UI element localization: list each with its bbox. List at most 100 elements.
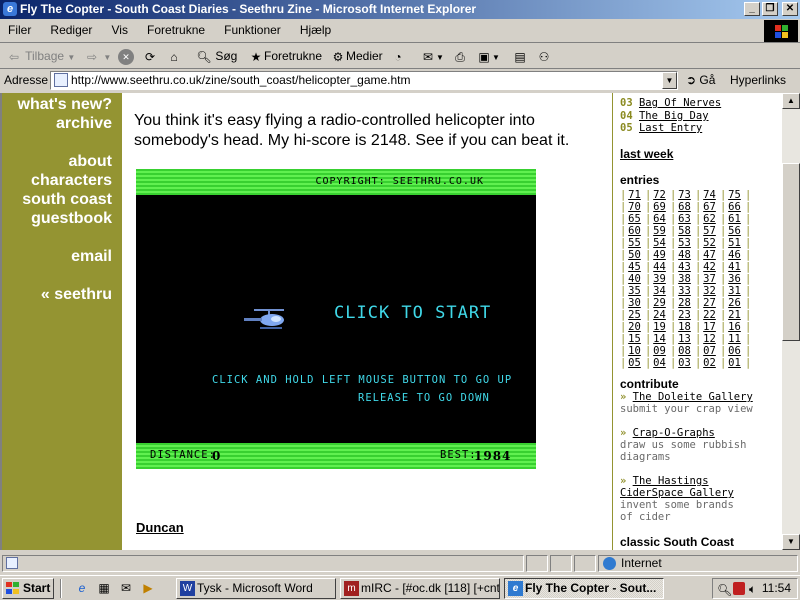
ie-quicklaunch-icon[interactable]: e (74, 580, 90, 596)
scroll-thumb[interactable] (782, 163, 800, 341)
entry-link[interactable]: 29 (649, 297, 670, 309)
entry-link[interactable]: 66 (724, 201, 745, 213)
entry-link[interactable]: 27 (699, 297, 720, 309)
entry-link[interactable]: 73 (674, 189, 695, 201)
entry-link[interactable]: 58 (674, 225, 695, 237)
entry-link[interactable]: 39 (649, 273, 670, 285)
entry-link[interactable]: 44 (649, 261, 670, 273)
entry-link[interactable]: 41 (724, 261, 745, 273)
entry-link[interactable]: 51 (724, 237, 745, 249)
entry-link[interactable]: 67 (699, 201, 720, 213)
page-viewport[interactable]: what's new? archive about characters sou… (0, 93, 782, 550)
back-button[interactable]: ⇦ Tilbage ▼ (6, 47, 75, 67)
entry-link[interactable]: 13 (674, 333, 695, 345)
entry-link[interactable]: 70 (624, 201, 645, 213)
entry-link[interactable]: 62 (699, 213, 720, 225)
entry-link[interactable]: 01 (724, 357, 745, 369)
favorites-button[interactable]: ★ Foretrukne (248, 47, 322, 66)
entry-link[interactable]: 42 (699, 261, 720, 273)
refresh-button[interactable]: ⟳ (142, 47, 158, 66)
entry-link[interactable]: 18 (674, 321, 695, 333)
home-button[interactable]: ⌂ (166, 47, 182, 66)
entry-link[interactable]: 24 (649, 309, 670, 321)
messenger-button[interactable]: ⚇ (536, 47, 552, 66)
nav-about[interactable]: about (68, 153, 112, 171)
entry-link[interactable]: 48 (674, 249, 695, 261)
entry-link[interactable]: 45 (624, 261, 645, 273)
entry-link[interactable]: 25 (624, 309, 645, 321)
scroll-up-icon[interactable]: ▲ (782, 93, 800, 109)
nav-whats-new[interactable]: what's new? (18, 96, 112, 114)
entry-link[interactable]: 34 (649, 285, 670, 297)
go-button[interactable]: ➲ Gå (686, 73, 715, 87)
entry-link[interactable]: 07 (699, 345, 720, 357)
entry-link[interactable]: 63 (674, 213, 695, 225)
entry-link[interactable]: 17 (699, 321, 720, 333)
menu-help[interactable]: Hjælp (300, 19, 331, 41)
entry-link[interactable]: 71 (624, 189, 645, 201)
entry-link[interactable]: 38 (674, 273, 695, 285)
entry-link[interactable]: 54 (649, 237, 670, 249)
entry-link[interactable]: 53 (674, 237, 695, 249)
entry-link[interactable]: 43 (674, 261, 695, 273)
entry-link[interactable]: 33 (674, 285, 695, 297)
menu-view[interactable]: Vis (112, 19, 128, 41)
taskbar-item-mirc[interactable]: m mIRC - [#oc.dk [118] [+cnt... (340, 578, 500, 599)
contribute-item[interactable]: » The Hastings CiderSpace Gallery invent… (620, 475, 750, 523)
nav-characters[interactable]: characters (31, 172, 112, 190)
entry-link[interactable]: 03 (674, 357, 695, 369)
menu-file[interactable]: Filer (8, 19, 31, 41)
entry-link[interactable]: 28 (674, 297, 695, 309)
entry-link[interactable]: 06 (724, 345, 745, 357)
entry-link[interactable]: 61 (724, 213, 745, 225)
entry-link[interactable]: 32 (699, 285, 720, 297)
click-to-start[interactable]: CLICK TO START (334, 303, 491, 323)
entry-link[interactable]: 14 (649, 333, 670, 345)
entry-link[interactable]: 26 (724, 297, 745, 309)
author-link[interactable]: Duncan (136, 520, 184, 535)
entry-link[interactable]: 22 (699, 309, 720, 321)
recent-item[interactable]: 04 The Big Day (620, 110, 709, 122)
nav-email[interactable]: email (71, 248, 112, 266)
stop-button[interactable]: ✕ (118, 47, 134, 66)
recent-item[interactable]: 03 Bag Of Nerves (620, 97, 721, 109)
entry-link[interactable]: 52 (699, 237, 720, 249)
taskbar-item-ie[interactable]: e Fly The Copter - Sout... (504, 578, 664, 599)
address-dropdown-icon[interactable]: ▼ (662, 72, 677, 89)
entry-link[interactable]: 23 (674, 309, 695, 321)
entry-link[interactable]: 74 (699, 189, 720, 201)
nav-seethru[interactable]: « seethru (41, 286, 112, 304)
entry-link[interactable]: 11 (724, 333, 745, 345)
entry-link[interactable]: 15 (624, 333, 645, 345)
entry-link[interactable]: 08 (674, 345, 695, 357)
restore-button[interactable]: ❐ (762, 2, 778, 16)
links-button[interactable]: Hyperlinks (730, 73, 786, 87)
outlook-quicklaunch-icon[interactable]: ✉ (118, 580, 134, 596)
entry-link[interactable]: 72 (649, 189, 670, 201)
close-button[interactable]: ✕ (782, 2, 798, 16)
entry-link[interactable]: 59 (649, 225, 670, 237)
entry-link[interactable]: 75 (724, 189, 745, 201)
entry-link[interactable]: 65 (624, 213, 645, 225)
entry-link[interactable]: 55 (624, 237, 645, 249)
desktop-quicklaunch-icon[interactable]: ▦ (96, 580, 112, 596)
taskbar-item-word[interactable]: W Tysk - Microsoft Word (176, 578, 336, 599)
entry-link[interactable]: 50 (624, 249, 645, 261)
entry-link[interactable]: 56 (724, 225, 745, 237)
contribute-item[interactable]: » The Doleite Gallery submit your crap v… (620, 391, 770, 415)
entry-link[interactable]: 02 (699, 357, 720, 369)
minimize-button[interactable]: _ (744, 2, 760, 16)
media-quicklaunch-icon[interactable]: ▶ (140, 580, 156, 596)
contribute-item[interactable]: » Crap-O-Graphs draw us some rubbish dia… (620, 427, 750, 463)
address-input[interactable]: http://www.seethru.co.uk/zine/south_coas… (50, 71, 678, 90)
media-button[interactable]: ⚙ Medier (330, 47, 383, 66)
nav-guestbook[interactable]: guestbook (31, 210, 112, 228)
nav-south-coast[interactable]: south coast (22, 191, 112, 209)
entry-link[interactable]: 30 (624, 297, 645, 309)
entry-link[interactable]: 20 (624, 321, 645, 333)
entry-link[interactable]: 57 (699, 225, 720, 237)
entry-link[interactable]: 09 (649, 345, 670, 357)
menu-favorites[interactable]: Foretrukne (147, 19, 205, 41)
entry-link[interactable]: 05 (624, 357, 645, 369)
entry-link[interactable]: 64 (649, 213, 670, 225)
